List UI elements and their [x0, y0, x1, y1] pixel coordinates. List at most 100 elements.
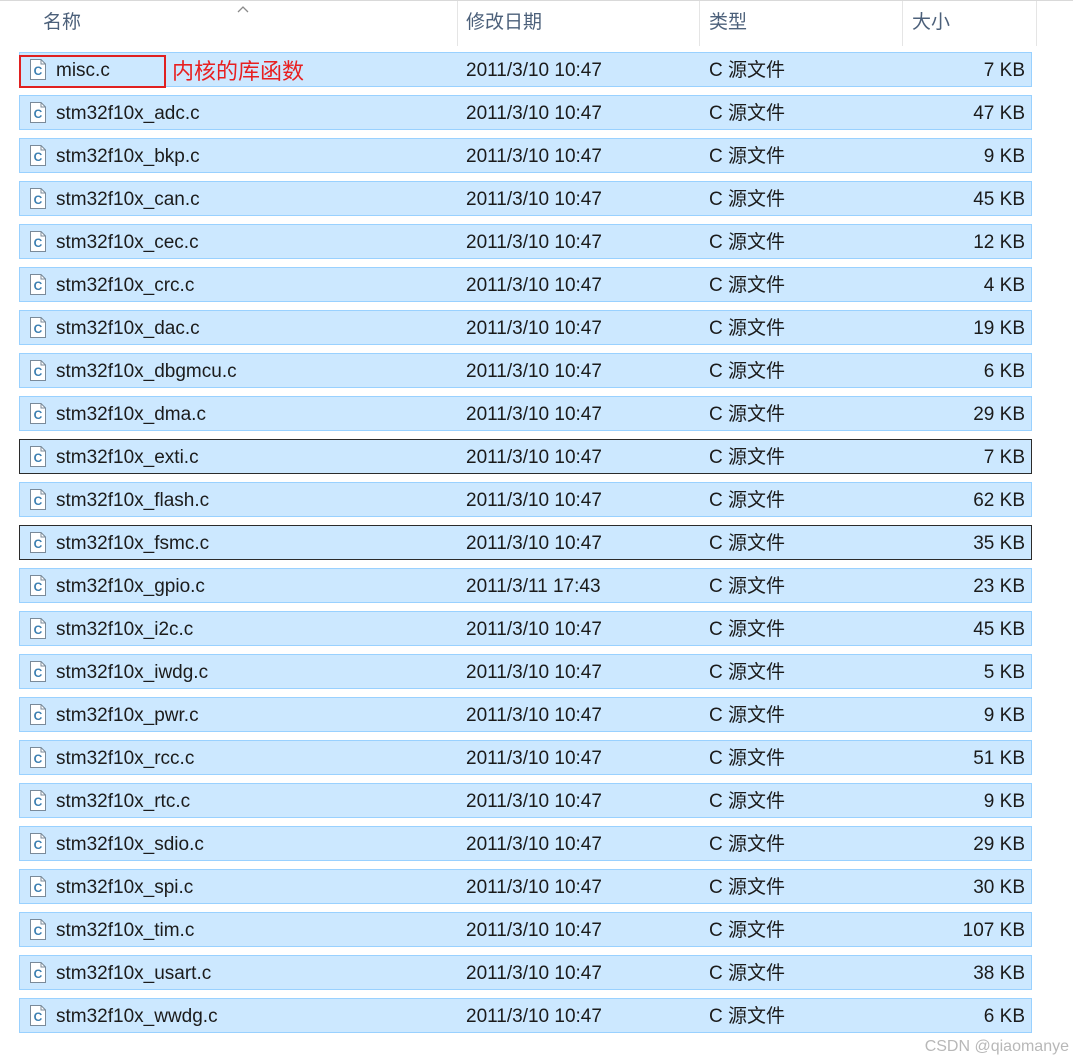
file-row[interactable]: Cstm32f10x_tim.c 2011/3/10 10:47 C 源文件 107 … — [19, 912, 1032, 947]
file-name: stm32f10x_spi.c — [56, 877, 194, 898]
file-row[interactable]: Cstm32f10x_rtc.c 2011/3/10 10:47 C 源文件 9 KB — [19, 783, 1032, 818]
file-row[interactable]: Cstm32f10x_usart.c 2011/3/10 10:47 C 源文件 38… — [19, 955, 1032, 990]
svg-text:C: C — [34, 881, 43, 895]
column-divider[interactable] — [1036, 1, 1037, 46]
svg-text:C: C — [34, 795, 43, 809]
file-type: C 源文件 — [709, 576, 786, 597]
file-name: stm32f10x_tim.c — [56, 920, 195, 941]
file-type: C 源文件 — [709, 963, 786, 984]
file-row[interactable]: Cstm32f10x_spi.c 2011/3/10 10:47 C 源文件 30 K… — [19, 869, 1032, 904]
file-size: 35 KB — [973, 533, 1025, 554]
file-row[interactable]: Cstm32f10x_pwr.c 2011/3/10 10:47 C 源文件 9 KB — [19, 697, 1032, 732]
file-name: stm32f10x_rtc.c — [56, 791, 191, 812]
svg-text:C: C — [34, 623, 43, 637]
file-date: 2011/3/10 10:47 — [466, 232, 602, 253]
file-row[interactable]: Cstm32f10x_dbgmcu.c 2011/3/10 10:47 C 源文件 6… — [19, 353, 1032, 388]
svg-text:C: C — [34, 580, 43, 594]
file-size: 5 KB — [983, 662, 1025, 683]
file-name: stm32f10x_fsmc.c — [56, 533, 210, 554]
file-name: stm32f10x_flash.c — [56, 490, 210, 511]
file-name: stm32f10x_dac.c — [56, 318, 200, 339]
file-type: C 源文件 — [709, 404, 786, 425]
file-type: C 源文件 — [709, 662, 786, 683]
svg-text:C: C — [34, 537, 43, 551]
file-row[interactable]: Cstm32f10x_crc.c 2011/3/10 10:47 C 源文件 4 KB — [19, 267, 1032, 302]
column-header-size[interactable]: 大小 — [903, 1, 1037, 46]
file-size: 51 KB — [973, 748, 1025, 769]
file-size: 6 KB — [983, 361, 1025, 382]
file-size: 9 KB — [983, 705, 1025, 726]
file-row[interactable]: Cstm32f10x_iwdg.c 2011/3/10 10:47 C 源文件 5 K… — [19, 654, 1032, 689]
c-source-file-icon: C — [30, 360, 46, 381]
column-header-name-label: 名称 — [43, 12, 82, 33]
file-name: stm32f10x_exti.c — [56, 447, 199, 468]
file-size: 45 KB — [973, 619, 1025, 640]
column-header-name[interactable]: 名称 — [0, 1, 458, 46]
file-date: 2011/3/10 10:47 — [466, 791, 602, 812]
file-type: C 源文件 — [709, 103, 786, 124]
c-source-file-icon: C — [30, 919, 46, 940]
svg-text:C: C — [34, 150, 43, 164]
file-size: 62 KB — [973, 490, 1025, 511]
file-row[interactable]: Cstm32f10x_adc.c 2011/3/10 10:47 C 源文件 47 K… — [19, 95, 1032, 130]
file-size: 7 KB — [983, 60, 1025, 81]
file-row[interactable]: Cstm32f10x_rcc.c 2011/3/10 10:47 C 源文件 51 K… — [19, 740, 1032, 775]
file-type: C 源文件 — [709, 705, 786, 726]
file-row[interactable]: Cstm32f10x_sdio.c 2011/3/10 10:47 C 源文件 29 … — [19, 826, 1032, 861]
file-date: 2011/3/10 10:47 — [466, 920, 602, 941]
file-row[interactable]: Cstm32f10x_dma.c 2011/3/10 10:47 C 源文件 29 K… — [19, 396, 1032, 431]
file-row[interactable]: Cstm32f10x_bkp.c 2011/3/10 10:47 C 源文件 9 KB — [19, 138, 1032, 173]
file-size: 9 KB — [983, 146, 1025, 167]
file-type: C 源文件 — [709, 318, 786, 339]
c-source-file-icon: C — [30, 489, 46, 510]
c-source-file-icon: C — [30, 790, 46, 811]
file-type: C 源文件 — [709, 791, 786, 812]
file-date: 2011/3/10 10:47 — [466, 619, 602, 640]
c-source-file-icon: C — [30, 188, 46, 209]
file-row[interactable]: Cstm32f10x_fsmc.c 2011/3/10 10:47 C 源文件 35 … — [19, 525, 1032, 560]
file-type: C 源文件 — [709, 361, 786, 382]
file-row[interactable]: Cstm32f10x_dac.c 2011/3/10 10:47 C 源文件 19 K… — [19, 310, 1032, 345]
file-date: 2011/3/10 10:47 — [466, 60, 602, 81]
svg-text:C: C — [34, 752, 43, 766]
file-name: stm32f10x_dbgmcu.c — [56, 361, 237, 382]
file-date: 2011/3/10 10:47 — [466, 318, 602, 339]
svg-text:C: C — [34, 838, 43, 852]
c-source-file-icon: C — [30, 317, 46, 338]
file-row[interactable]: Cstm32f10x_cec.c 2011/3/10 10:47 C 源文件 12 K… — [19, 224, 1032, 259]
file-size: 9 KB — [983, 791, 1025, 812]
file-row[interactable]: Cstm32f10x_wwdg.c 2011/3/10 10:47 C 源文件 6 K… — [19, 998, 1032, 1033]
file-row[interactable]: Cmisc.c 2011/3/10 10:47 C 源文件 7 KB — [19, 52, 1032, 87]
file-row[interactable]: Cstm32f10x_exti.c 2011/3/10 10:47 C 源文件 7 K… — [19, 439, 1032, 474]
file-type: C 源文件 — [709, 60, 786, 81]
file-type: C 源文件 — [709, 533, 786, 554]
file-date: 2011/3/10 10:47 — [466, 662, 602, 683]
watermark: CSDN @qiaomanye — [924, 1038, 1069, 1055]
file-type: C 源文件 — [709, 877, 786, 898]
svg-text:C: C — [34, 107, 43, 121]
svg-text:C: C — [34, 365, 43, 379]
file-type: C 源文件 — [709, 920, 786, 941]
file-name: stm32f10x_i2c.c — [56, 619, 194, 640]
svg-text:C: C — [34, 666, 43, 680]
file-size: 45 KB — [973, 189, 1025, 210]
c-source-file-icon: C — [30, 704, 46, 725]
file-explorer: 名称 修改日期 类型 大小 Cmisc.c 2011/3/10 10:47 C 源文… — [0, 0, 1073, 1062]
file-row[interactable]: Cstm32f10x_can.c 2011/3/10 10:47 C 源文件 45 K… — [19, 181, 1032, 216]
file-date: 2011/3/10 10:47 — [466, 361, 602, 382]
column-header-type-label: 类型 — [709, 12, 748, 33]
file-row[interactable]: Cstm32f10x_gpio.c 2011/3/11 17:43 C 源文件 23 … — [19, 568, 1032, 603]
file-date: 2011/3/10 10:47 — [466, 404, 602, 425]
column-header-date[interactable]: 修改日期 — [458, 1, 700, 46]
svg-text:C: C — [34, 236, 43, 250]
file-date: 2011/3/10 10:47 — [466, 705, 602, 726]
c-source-file-icon: C — [30, 962, 46, 983]
file-date: 2011/3/10 10:47 — [466, 748, 602, 769]
file-row[interactable]: Cstm32f10x_i2c.c 2011/3/10 10:47 C 源文件 45 K… — [19, 611, 1032, 646]
c-source-file-icon: C — [30, 575, 46, 596]
svg-text:C: C — [34, 193, 43, 207]
file-row[interactable]: Cstm32f10x_flash.c 2011/3/10 10:47 C 源文件 62… — [19, 482, 1032, 517]
file-date: 2011/3/10 10:47 — [466, 533, 602, 554]
column-header-type[interactable]: 类型 — [700, 1, 903, 46]
c-source-file-icon: C — [30, 618, 46, 639]
